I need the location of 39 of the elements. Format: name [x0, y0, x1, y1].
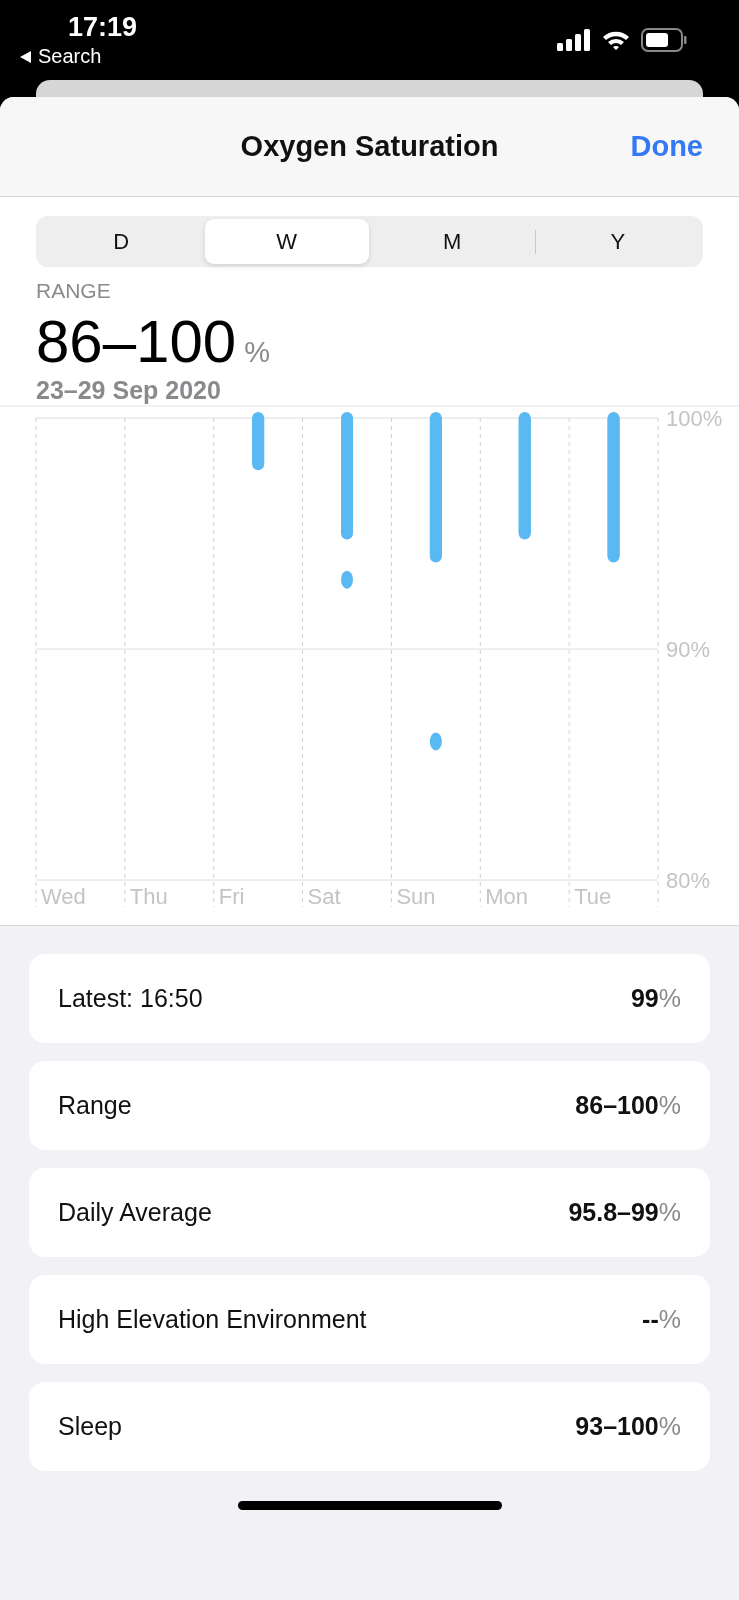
back-link[interactable]: Search	[20, 45, 138, 68]
stat-label: Range	[58, 1091, 132, 1120]
day-label: Thu	[129, 884, 168, 909]
day-label: Wed	[41, 884, 86, 909]
axis-label: 90%	[666, 637, 711, 662]
stat-value: 95.8–99%	[568, 1198, 681, 1227]
segment-tab[interactable]: M	[370, 219, 535, 264]
back-icon	[20, 50, 31, 63]
axis-label: 100%	[666, 407, 723, 431]
stat-label: Sleep	[58, 1412, 122, 1441]
date-range: 23–29 Sep 2020	[36, 376, 222, 405]
battery-icon	[641, 28, 687, 52]
signal-icon	[557, 29, 591, 51]
stat-value: 86–100%	[575, 1091, 681, 1120]
day-label: Tue	[574, 884, 612, 909]
range-bar	[252, 412, 265, 471]
stat-label: High Elevation Environment	[58, 1305, 367, 1334]
day-label: Sat	[307, 884, 341, 909]
segment-tab[interactable]: W	[204, 219, 369, 264]
done-button[interactable]: Done	[630, 130, 703, 163]
stat-value: 93–100%	[575, 1412, 681, 1441]
day-label: Mon	[485, 884, 529, 909]
range-unit: %	[244, 336, 270, 369]
segment-tab[interactable]: D	[39, 219, 204, 264]
sheet-title: Oxygen Saturation	[240, 130, 499, 163]
axis-label: 80%	[666, 868, 711, 893]
data-point	[429, 732, 442, 751]
data-point	[341, 570, 353, 589]
wifi-icon	[601, 29, 631, 51]
stat-value: --%	[642, 1305, 681, 1334]
range-label: RANGE	[36, 279, 112, 303]
segment-tab[interactable]: Y	[535, 219, 700, 264]
status-time: 17:19	[68, 12, 138, 43]
stat-value: 99%	[630, 984, 681, 1013]
stat-label: Daily Average	[58, 1198, 212, 1227]
stat-label: Latest: 16:50	[58, 984, 203, 1013]
range-value: 86–100	[36, 307, 237, 376]
day-label: Sun	[396, 884, 436, 909]
day-label: Fri	[218, 884, 245, 909]
